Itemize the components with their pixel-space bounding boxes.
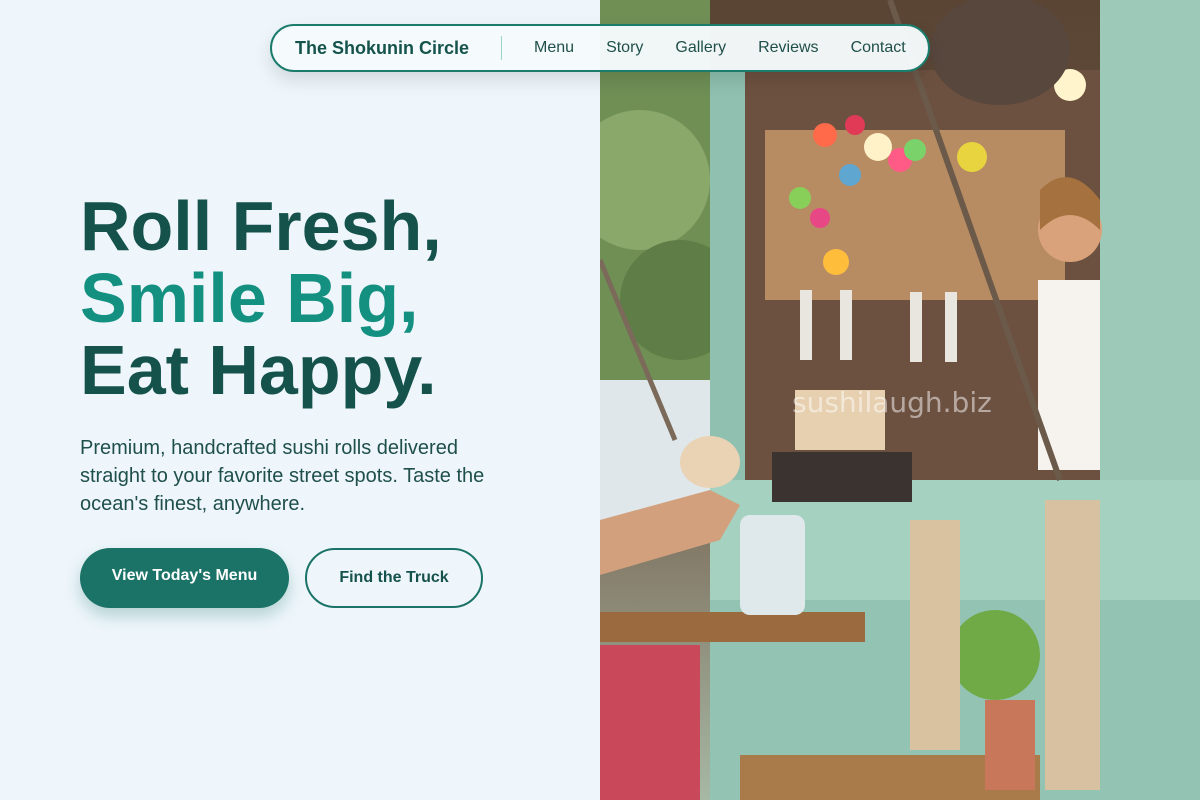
hero-cta-group: View Today's Menu Find the Truck [80,548,483,608]
headline-line-1: Roll Fresh, [80,187,442,265]
nav-link-gallery[interactable]: Gallery [675,39,726,57]
headline-line-2: Smile Big, [80,259,419,337]
hero-subtitle: Premium, handcrafted sushi rolls deliver… [80,437,485,515]
nav-link-contact[interactable]: Contact [851,39,906,57]
nav-link-menu[interactable]: Menu [534,39,574,57]
view-menu-button[interactable]: View Today's Menu [80,548,289,608]
brand-logo-text[interactable]: The Shokunin Circle [295,38,469,59]
hero-section: Roll Fresh, Smile Big, Eat Happy. Premiu… [80,190,580,518]
hero-photo: sushilaugh.biz [600,0,1200,800]
watermark: sushilaugh.biz [792,386,992,419]
nav-link-reviews[interactable]: Reviews [758,39,818,57]
nav-divider [501,36,503,60]
headline-line-3: Eat Happy. [80,331,437,409]
nav-link-story[interactable]: Story [606,39,643,57]
find-truck-button[interactable]: Find the Truck [305,548,483,608]
nav-links: Menu Story Gallery Reviews Contact [534,39,906,57]
top-navbar: The Shokunin Circle Menu Story Gallery R… [270,24,930,72]
hero-headline: Roll Fresh, Smile Big, Eat Happy. [80,190,580,406]
